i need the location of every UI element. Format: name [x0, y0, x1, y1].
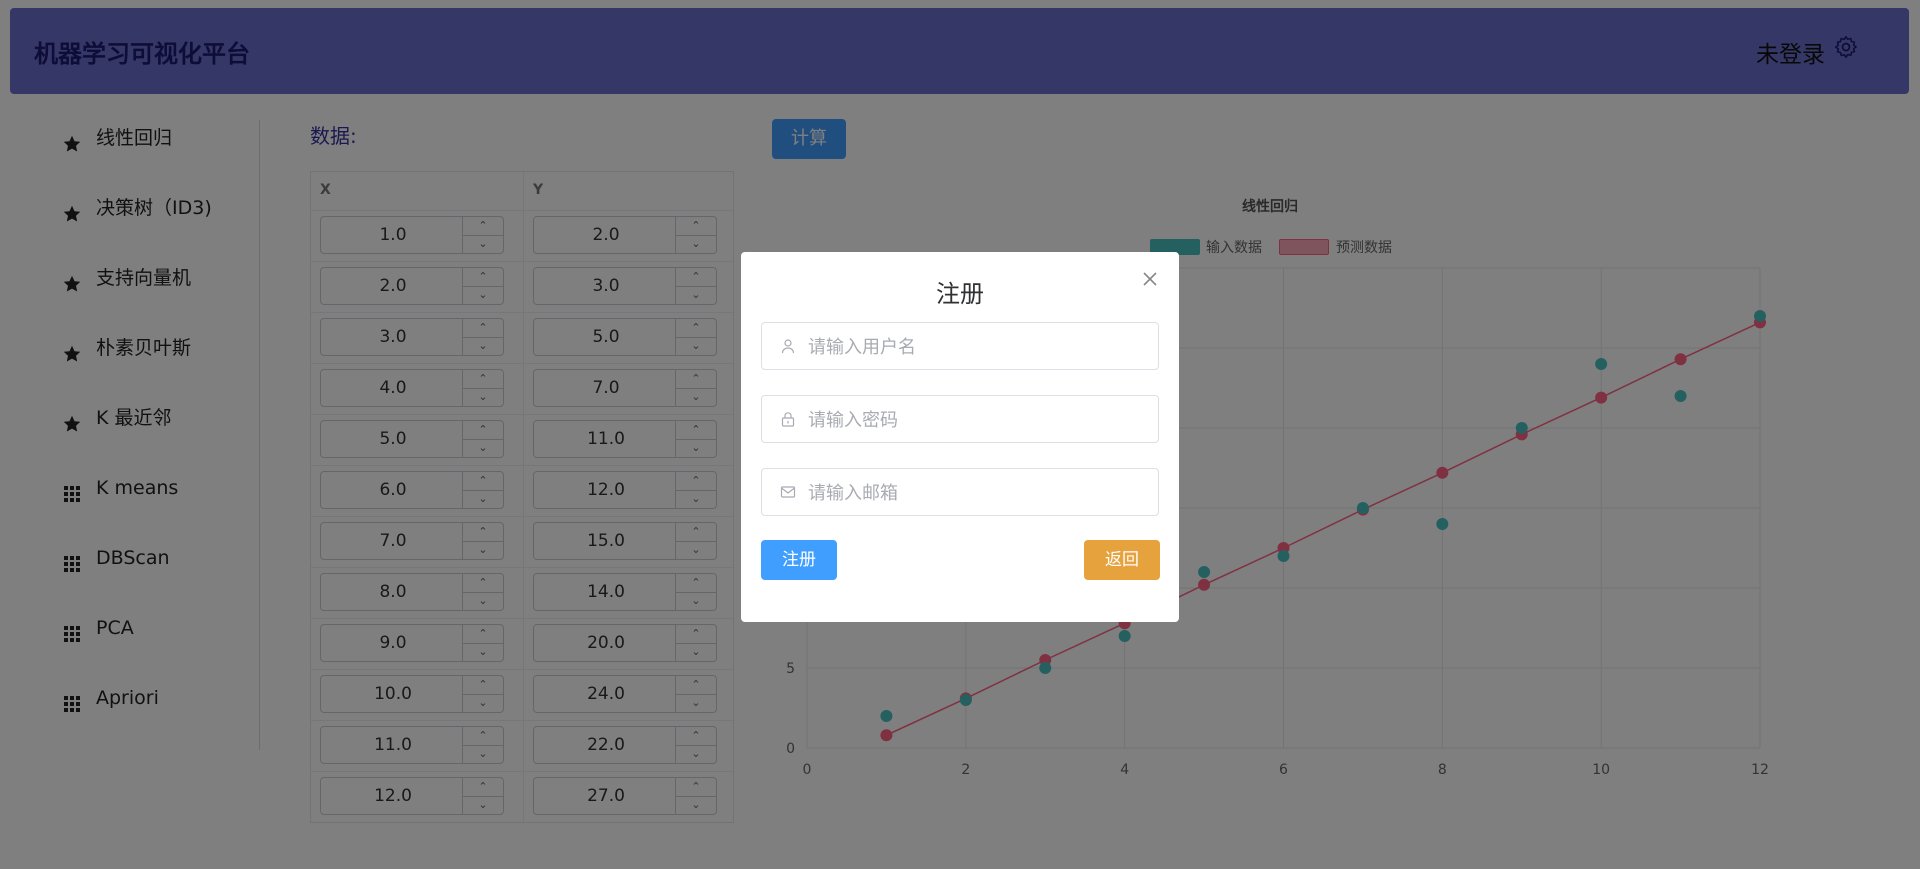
mail-icon: [780, 486, 796, 498]
lock-icon: [781, 412, 795, 427]
close-icon[interactable]: [1141, 270, 1159, 288]
email-field: [761, 468, 1159, 516]
register-dialog: 注册 注册 返回: [741, 252, 1179, 622]
register-button[interactable]: 注册: [761, 540, 837, 580]
email-input[interactable]: [806, 477, 1150, 509]
username-input[interactable]: [806, 331, 1150, 363]
user-icon: [781, 339, 795, 354]
username-field: [761, 322, 1159, 370]
password-input[interactable]: [806, 404, 1150, 436]
back-button[interactable]: 返回: [1084, 540, 1160, 580]
dialog-title: 注册: [936, 280, 984, 308]
password-field: [761, 395, 1159, 443]
